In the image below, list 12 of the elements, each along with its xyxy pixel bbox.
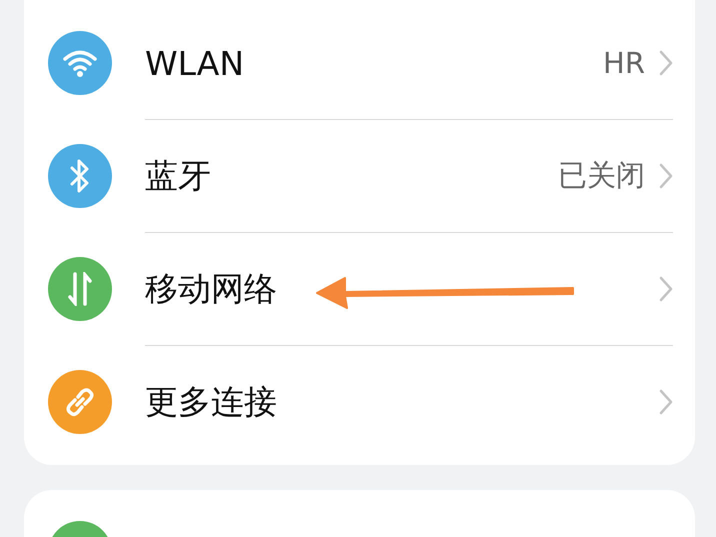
chevron-icon	[659, 389, 673, 415]
wifi-icon	[62, 48, 98, 78]
setting-label[interactable]: 移动网络	[145, 266, 277, 312]
setting-value: 已关闭	[558, 157, 645, 194]
setting-value: HR	[603, 46, 645, 80]
setting-label[interactable]: 更多连接	[145, 380, 277, 424]
chevron-icon	[659, 163, 673, 189]
setting-label[interactable]: WLAN	[145, 44, 244, 82]
chevron-icon	[659, 50, 673, 76]
bluetooth-icon	[69, 158, 91, 194]
chevron-icon	[659, 276, 673, 302]
setting-label[interactable]: 蓝牙	[145, 154, 211, 198]
